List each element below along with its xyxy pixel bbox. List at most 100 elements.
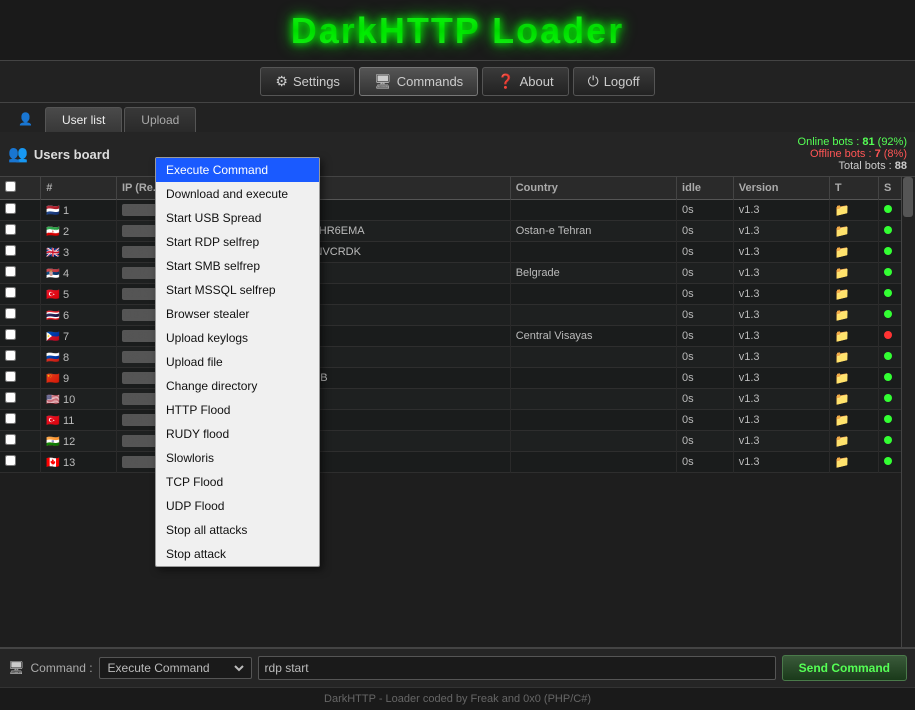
folder-icon: 📁 [835,371,850,385]
table-row[interactable]: 🇷🇺 8 185.5... WIN-4IPT4GHI60E 0s v1.3 📁 [0,347,915,368]
total-bots-label: Total bots : 88 [838,160,907,172]
dropdown-item[interactable]: Execute Command [156,158,319,182]
dropdown-item[interactable]: Slowloris [156,446,319,470]
col-num: # [41,177,117,200]
status-dot [884,226,892,234]
row-version: v1.3 [733,389,829,410]
row-t: 📁 [829,326,878,347]
about-button[interactable]: ❓ About [482,67,568,96]
logoff-button[interactable]: ⏻ Logoff [573,67,655,96]
row-version: v1.3 [733,284,829,305]
dropdown-item[interactable]: HTTP Flood [156,398,319,422]
command-dropdown-menu[interactable]: Execute CommandDownload and executeStart… [155,157,320,567]
dropdown-item[interactable]: Stop all attacks [156,518,319,542]
row-country [510,305,676,326]
dropdown-item[interactable]: RUDY flood [156,422,319,446]
dropdown-item[interactable]: UDP Flood [156,494,319,518]
app-header: DarkHTTP Loader [0,0,915,60]
dropdown-item[interactable]: Upload file [156,350,319,374]
commands-button[interactable]: 🖥 Commands [359,67,478,96]
row-flag: 🇷🇺 8 [41,347,117,368]
table-row[interactable]: 🇮🇳 12 103.1... JACKFRUIT-AI-0 0s v1.3 📁 [0,431,915,452]
row-version: v1.3 [733,431,829,452]
select-all-checkbox[interactable] [5,181,16,192]
row-checkbox[interactable] [0,242,41,263]
scrollbar-track[interactable] [901,177,915,647]
tab-userlist[interactable]: User list [45,107,122,132]
row-checkbox[interactable] [0,263,41,284]
row-t: 📁 [829,452,878,473]
tab-upload[interactable]: Upload [124,107,196,132]
row-version: v1.3 [733,305,829,326]
table-row[interactable]: 🇹🇷 5 83.15... WIN-I0H095Q10J7 0s v1.3 📁 [0,284,915,305]
row-idle: 0s [677,242,734,263]
row-checkbox[interactable] [0,431,41,452]
dropdown-item[interactable]: Stop attack [156,542,319,566]
row-flag: 🇹🇷 11 [41,410,117,431]
settings-button[interactable]: ⚙ Settings [260,67,355,96]
row-t: 📁 [829,200,878,221]
dropdown-item[interactable]: Start USB Spread [156,206,319,230]
row-t: 📁 [829,347,878,368]
row-idle: 0s [677,368,734,389]
command-input[interactable] [258,656,776,680]
folder-icon: 📁 [835,455,850,469]
dropdown-item[interactable]: Upload keylogs [156,326,319,350]
row-idle: 0s [677,200,734,221]
row-t: 📁 [829,431,878,452]
scrollbar-thumb[interactable] [903,177,913,217]
table-row[interactable]: 🇺🇸 10 169.5... SERVER 0s v1.3 📁 [0,389,915,410]
dropdown-item[interactable]: Start SMB selfrep [156,254,319,278]
row-checkbox[interactable] [0,347,41,368]
row-flag: 🇬🇧 3 [41,242,117,263]
row-flag: 🇮🇷 2 [41,221,117,242]
table-row[interactable]: 🇳🇱 1 190.1... ████-C7-U24 0s v1.3 📁 [0,200,915,221]
online-bots-label: Online bots : 81 (92%) [798,136,907,148]
row-t: 📁 [829,389,878,410]
row-checkbox[interactable] [0,305,41,326]
row-flag: 🇺🇸 10 [41,389,117,410]
folder-icon: 📁 [835,329,850,343]
table-row[interactable]: 🇨🇦 13 174.1... CL-T202-191CN 0s v1.3 📁 [0,452,915,473]
col-idle: idle [677,177,734,200]
table-row[interactable]: 🇬🇧 3 62.67... ████WIN-0LOG0NVCRDK 0s v1.… [0,242,915,263]
status-dot [884,247,892,255]
command-select[interactable]: Execute CommandDownload and executeStart… [104,660,247,676]
table-row[interactable]: 🇹🇷 11 92.42... INT-281 0s v1.3 📁 [0,410,915,431]
row-country [510,431,676,452]
table-row[interactable]: 🇨🇳 9 43.23... WIN-M3QDS2QQ5UB 0s v1.3 📁 [0,368,915,389]
row-checkbox[interactable] [0,200,41,221]
dropdown-item[interactable]: TCP Flood [156,470,319,494]
dropdown-item[interactable]: Browser stealer [156,302,319,326]
row-checkbox[interactable] [0,368,41,389]
row-flag: 🇷🇸 4 [41,263,117,284]
table-row[interactable]: 🇹🇭 6 119.5... WIN-VF8DR62C3L2 0s v1.3 📁 [0,305,915,326]
users-table-container: # IP (Re... Computer name Country idle V… [0,177,915,647]
row-version: v1.3 [733,200,829,221]
dropdown-item[interactable]: Start MSSQL selfrep [156,278,319,302]
row-country [510,200,676,221]
row-checkbox[interactable] [0,389,41,410]
row-checkbox[interactable] [0,326,41,347]
row-checkbox[interactable] [0,452,41,473]
row-idle: 0s [677,431,734,452]
table-row[interactable]: 🇮🇷 2 45.15... ████WIN-KUKQOHR6EMA Ostan-… [0,221,915,242]
row-checkbox[interactable] [0,410,41,431]
send-command-button[interactable]: Send Command [782,655,907,681]
dropdown-item[interactable]: Start RDP selfrep [156,230,319,254]
table-row[interactable]: 🇵🇭 7 58.69... OPERATOR-PC Central Visaya… [0,326,915,347]
row-checkbox[interactable] [0,284,41,305]
dropdown-item[interactable]: Change directory [156,374,319,398]
users-board-header: 👥 Users board Online bots : 81 (92%) Off… [0,132,915,177]
row-idle: 0s [677,326,734,347]
col-country: Country [510,177,676,200]
status-dot [884,415,892,423]
row-checkbox[interactable] [0,221,41,242]
row-country: Belgrade [510,263,676,284]
folder-icon: 📁 [835,392,850,406]
command-select-wrapper[interactable]: Execute CommandDownload and executeStart… [99,657,252,679]
dropdown-item[interactable]: Download and execute [156,182,319,206]
status-dot [884,205,892,213]
table-row[interactable]: 🇷🇸 4 77.10... ████TEST Belgrade 0s v1.3 … [0,263,915,284]
status-dot [884,457,892,465]
